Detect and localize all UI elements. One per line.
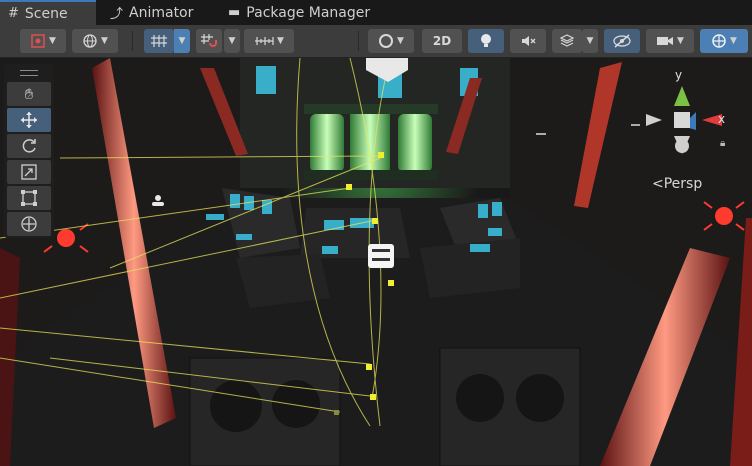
grid-icon: # <box>8 6 19 21</box>
tab-package-manager-label: Package Manager <box>246 4 371 21</box>
effects-icon <box>559 34 575 47</box>
animator-icon: ⤴ <box>110 7 124 22</box>
ruler-icon <box>255 37 274 45</box>
chevron-down-icon: ▼ <box>730 36 737 46</box>
orbit-icon <box>379 34 394 48</box>
rect-icon <box>21 190 37 206</box>
tab-scene-label: Scene <box>24 5 68 22</box>
package-icon: ▬ <box>228 5 241 20</box>
rotate-icon <box>22 139 36 153</box>
chevron-down-icon: ▼ <box>397 36 404 46</box>
transform-icon <box>21 216 37 232</box>
transform-tool-button[interactable] <box>7 212 51 236</box>
tab-animator-label: Animator <box>129 4 194 21</box>
grid-snap-dropdown[interactable]: ▼ <box>174 29 190 53</box>
draw-mode-icon <box>31 34 45 48</box>
hand-icon: ✋︎ <box>24 85 34 103</box>
tool-palette: ✋︎ <box>4 64 54 238</box>
tab-animator[interactable]: ⤴ Animator <box>102 0 212 25</box>
globe-icon <box>83 34 97 48</box>
tab-scene[interactable]: # Scene <box>0 0 96 25</box>
gizmo-x-label: x <box>718 112 726 126</box>
2d-toggle-label: 2D <box>432 34 452 48</box>
scale-icon <box>21 164 37 180</box>
effects-button[interactable] <box>552 29 582 53</box>
gizmo-y-label: y <box>675 68 683 82</box>
scene-toolbar: ▼ ▼ ▼ ▼ ▼ ▼ 2D ▼ ▼ ▼ <box>0 25 752 58</box>
chevron-down-icon: ▼ <box>586 36 594 46</box>
chevron-down-icon: ▼ <box>677 36 684 46</box>
hidden-eye-icon <box>613 34 631 48</box>
chevron-left-icon: < <box>652 176 664 192</box>
effects-dropdown[interactable]: ▼ <box>582 29 598 53</box>
chevron-down-icon: ▼ <box>277 36 284 46</box>
audio-mute-icon <box>522 36 536 46</box>
chevron-down-icon: ▼ <box>101 36 108 46</box>
grid-snap-button[interactable] <box>144 29 174 53</box>
camera-dropdown[interactable]: ▼ <box>646 29 694 53</box>
toolbar-divider <box>358 31 359 51</box>
camera-icon <box>657 37 674 45</box>
ruler-dropdown[interactable]: ▼ <box>244 29 294 53</box>
snap-increment-icon <box>201 34 217 47</box>
pivot-dropdown[interactable]: ▼ <box>72 29 118 53</box>
visibility-toggle-button[interactable] <box>604 29 640 53</box>
chevron-down-icon: ▼ <box>228 36 236 46</box>
scene-viewport[interactable]: y x 🔒︎ <box>0 58 752 466</box>
tab-package-manager[interactable]: ▬ Package Manager <box>220 0 390 25</box>
lighting-toggle-button[interactable] <box>468 29 504 53</box>
2d-toggle-button[interactable]: 2D <box>422 29 462 53</box>
overlay-menu-icon[interactable] <box>631 124 640 126</box>
snap-increment-button[interactable] <box>196 29 222 53</box>
chevron-down-icon: ▼ <box>49 36 56 46</box>
rect-tool-button[interactable] <box>7 186 51 210</box>
green-reactor <box>304 104 438 180</box>
toolbar-divider <box>132 31 133 51</box>
hand-tool-button[interactable]: ✋︎ <box>7 82 51 106</box>
lock-icon[interactable]: 🔒︎ <box>720 138 725 149</box>
draw-mode-dropdown[interactable]: ▼ <box>20 29 66 53</box>
audio-toggle-button[interactable] <box>510 29 546 53</box>
lightbulb-icon <box>481 34 491 47</box>
scale-tool-button[interactable] <box>7 160 51 184</box>
rotate-tool-button[interactable] <box>7 134 51 158</box>
scene-render <box>0 58 752 466</box>
projection-toggle[interactable]: <Persp <box>652 176 702 192</box>
camera-gizmo <box>368 244 394 268</box>
gizmos-icon <box>712 34 726 48</box>
move-tool-button[interactable] <box>7 108 51 132</box>
palette-grip-handle[interactable] <box>20 70 38 76</box>
snap-increment-dropdown[interactable]: ▼ <box>224 29 240 53</box>
chevron-down-icon: ▼ <box>178 36 186 46</box>
move-icon <box>21 112 37 128</box>
gizmos-dropdown[interactable]: ▼ <box>700 29 748 53</box>
grid-snap-icon <box>151 35 167 47</box>
projection-label: Persp <box>663 176 703 192</box>
tab-bar: # Scene ⤴ Animator ▬ Package Manager <box>0 0 752 25</box>
orbit-dropdown[interactable]: ▼ <box>368 29 414 53</box>
